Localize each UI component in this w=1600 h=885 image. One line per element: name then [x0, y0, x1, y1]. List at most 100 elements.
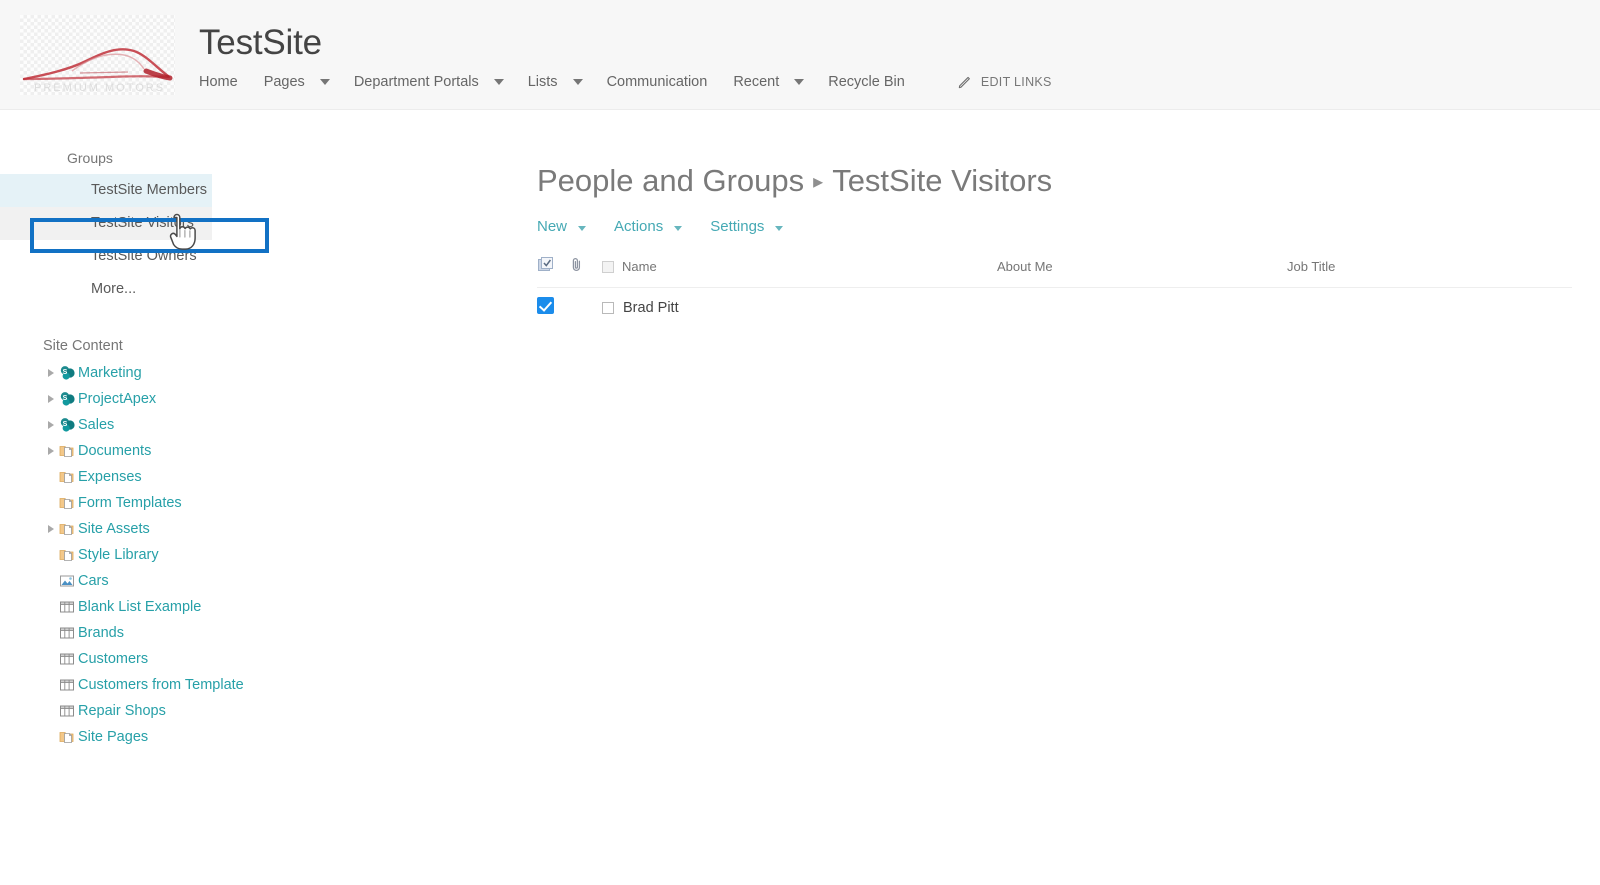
row-name-checkbox[interactable] [602, 301, 614, 314]
svg-text:S: S [63, 369, 68, 376]
expand-arrow-icon[interactable] [46, 445, 58, 457]
column-header-label: Name [622, 259, 657, 274]
sharepoint-site-icon: S [58, 416, 77, 434]
tree-item-site-pages[interactable]: Site Pages [0, 724, 500, 750]
chevron-down-icon[interactable] [319, 79, 330, 85]
select-all-checkbox-icon[interactable] [537, 257, 555, 277]
list-toolbar: New Actions Settings [537, 214, 1600, 238]
chevron-down-icon[interactable] [674, 225, 683, 231]
nav-item-communication[interactable]: Communication [605, 74, 710, 90]
tree-item-style-library[interactable]: Style Library [0, 542, 500, 568]
expand-arrow-icon[interactable] [46, 419, 58, 431]
tree-item-label: Blank List Example [78, 599, 202, 615]
list-icon [58, 598, 77, 616]
nav-item-pages[interactable]: Pages [262, 74, 330, 90]
nav-item-home[interactable]: Home [197, 74, 240, 90]
tree-item-repair-shops[interactable]: Repair Shops [0, 698, 500, 724]
groups-list: TestSite Members TestSite Visitors TestS… [0, 174, 500, 306]
group-item-label: TestSite Members [91, 182, 208, 198]
breadcrumb-separator-icon: ▸ [813, 171, 824, 193]
nav-item-label: Recycle Bin [828, 74, 905, 90]
chevron-down-icon[interactable] [578, 225, 587, 231]
row-name-cell[interactable]: Brad Pitt [602, 288, 997, 319]
column-header-label: About Me [997, 259, 1053, 274]
chevron-down-icon[interactable] [794, 79, 805, 85]
top-navigation: Home Pages Department Portals Lists Comm… [197, 68, 1052, 96]
tree-item-expenses[interactable]: Expenses [0, 464, 500, 490]
tree-item-blank-list-example[interactable]: Blank List Example [0, 594, 500, 620]
sidebar-item-more[interactable]: More... [0, 273, 212, 306]
expand-arrow-placeholder [46, 679, 58, 691]
column-header-name[interactable]: Name [602, 256, 997, 288]
chevron-down-icon[interactable] [775, 225, 784, 231]
tree-item-cars[interactable]: Cars [0, 568, 500, 594]
main-content: People and Groups ▸ TestSite Visitors New … [537, 160, 1600, 318]
sharepoint-site-icon: S [58, 364, 77, 382]
chevron-down-icon[interactable] [493, 79, 504, 85]
tree-item-customers-from-template[interactable]: Customers from Template [0, 672, 500, 698]
page-title-primary: People and Groups [537, 163, 805, 198]
site-content-tree: S Marketing S ProjectApex S Sales Docume… [0, 360, 500, 750]
tree-item-label: Repair Shops [78, 703, 166, 719]
row-select-cell[interactable] [537, 288, 570, 319]
sidebar-item-testsite-owners[interactable]: TestSite Owners [0, 240, 212, 273]
left-navigation: Groups TestSite Members TestSite Visitor… [0, 150, 500, 850]
tree-item-form-templates[interactable]: Form Templates [0, 490, 500, 516]
expand-arrow-icon[interactable] [46, 393, 58, 405]
expand-arrow-icon[interactable] [46, 523, 58, 535]
attachment-header[interactable] [570, 256, 602, 288]
tree-item-projectapex[interactable]: S ProjectApex [0, 386, 500, 412]
site-logo: PREMIUM MOTORS [20, 15, 175, 95]
nav-item-recent[interactable]: Recent [731, 74, 805, 90]
tree-item-documents[interactable]: Documents [0, 438, 500, 464]
group-item-label: TestSite Visitors [91, 215, 194, 231]
tree-item-site-assets[interactable]: Site Assets [0, 516, 500, 542]
name-column-checkbox-icon [602, 260, 614, 273]
document-library-icon [58, 468, 77, 486]
expand-arrow-placeholder [46, 601, 58, 613]
column-header-job-title[interactable]: Job Title [1287, 256, 1572, 288]
expand-arrow-placeholder [46, 627, 58, 639]
group-item-label: More... [91, 281, 137, 297]
row-checkbox[interactable] [537, 297, 554, 314]
settings-menu-label: Settings [710, 217, 765, 235]
nav-item-label: Home [199, 74, 238, 90]
tree-item-marketing[interactable]: S Marketing [0, 360, 500, 386]
nav-item-lists[interactable]: Lists [526, 74, 583, 90]
expand-arrow-icon[interactable] [46, 367, 58, 379]
sidebar-item-testsite-visitors[interactable]: TestSite Visitors [0, 207, 212, 240]
table-header-row: Name About Me Job Title [537, 256, 1572, 288]
actions-menu-button[interactable]: Actions [614, 217, 683, 235]
column-header-about-me[interactable]: About Me [997, 256, 1287, 288]
tree-item-label: Sales [78, 417, 115, 433]
table-row[interactable]: Brad Pitt [537, 288, 1572, 319]
picture-library-icon [58, 572, 77, 590]
tree-item-label: Site Pages [78, 729, 149, 745]
expand-arrow-placeholder [46, 731, 58, 743]
document-library-icon [58, 546, 77, 564]
row-job-title-cell [1287, 288, 1572, 319]
sharepoint-site-icon: S [58, 390, 77, 408]
chevron-down-icon[interactable] [572, 79, 583, 85]
tree-item-label: Customers [78, 651, 149, 667]
site-header: PREMIUM MOTORS TestSite Home Pages Depar… [0, 0, 1600, 110]
nav-item-department-portals[interactable]: Department Portals [352, 74, 504, 90]
select-all-header[interactable] [537, 256, 570, 288]
settings-menu-button[interactable]: Settings [710, 217, 784, 235]
nav-item-label: Department Portals [353, 74, 479, 90]
tree-item-label: Form Templates [78, 495, 182, 511]
list-icon [58, 676, 77, 694]
paperclip-icon [570, 257, 584, 276]
list-icon [58, 624, 77, 642]
new-menu-label: New [537, 217, 568, 235]
tree-item-customers[interactable]: Customers [0, 646, 500, 672]
tree-item-brands[interactable]: Brands [0, 620, 500, 646]
nav-item-recycle-bin[interactable]: Recycle Bin [826, 74, 907, 90]
actions-menu-label: Actions [614, 217, 664, 235]
new-menu-button[interactable]: New [537, 217, 587, 235]
tree-item-label: Cars [78, 573, 109, 589]
edit-links-button[interactable]: EDIT LINKS [957, 75, 1052, 90]
sidebar-item-testsite-members[interactable]: TestSite Members [0, 174, 212, 207]
svg-text:PREMIUM MOTORS: PREMIUM MOTORS [34, 82, 165, 91]
tree-item-sales[interactable]: S Sales [0, 412, 500, 438]
